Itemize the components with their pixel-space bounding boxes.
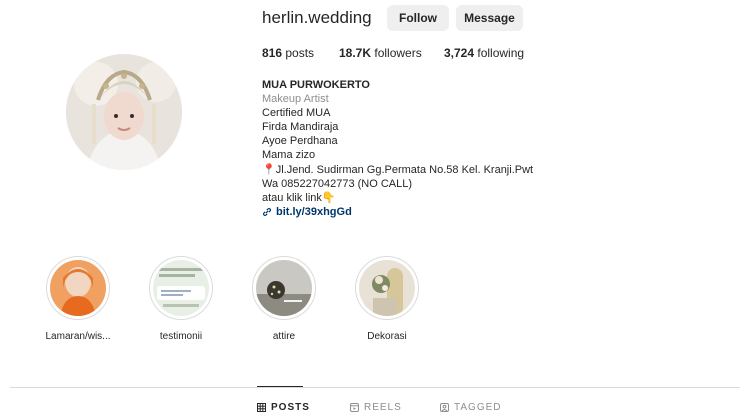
active-tab-indicator	[257, 386, 303, 387]
profile-stats: 816 posts 18.7K followers 3,724 followin…	[262, 46, 524, 60]
highlight-ring	[46, 256, 110, 320]
bio-link-text: bit.ly/39xhgGd	[276, 205, 352, 218]
link-icon	[262, 207, 272, 217]
tab-tagged[interactable]: TAGGED	[440, 402, 501, 413]
posts-label: posts	[285, 46, 315, 60]
tab-posts[interactable]: POSTS	[257, 402, 310, 413]
highlight-ring	[355, 256, 419, 320]
bio-line: Ayoe Perdhana	[262, 135, 338, 148]
highlight-label: Lamaran/wis...	[45, 331, 111, 342]
grid-icon	[257, 403, 271, 412]
tabs-divider	[10, 387, 740, 388]
highlight-ring	[252, 256, 316, 320]
bio-line: Mama zizo	[262, 149, 316, 162]
followers-count: 18.7K	[339, 46, 372, 60]
highlight-item[interactable]: attire	[251, 256, 317, 342]
highlight-label: testimonii	[159, 331, 203, 342]
message-button[interactable]: Message	[456, 5, 523, 31]
bio-link[interactable]: bit.ly/39xhgGd	[262, 205, 533, 219]
highlight-cover	[256, 260, 312, 316]
bio-line: 📍Jl.Jend. Sudirman Gg.Permata No.58 Kel.…	[262, 163, 534, 176]
highlight-cover	[50, 260, 106, 316]
followers-label: followers	[374, 46, 422, 60]
tab-posts-label: POSTS	[271, 402, 310, 413]
bio-name: MUA PURWOKERTO	[262, 79, 370, 91]
following-count: 3,724	[444, 46, 475, 60]
posts-stat: 816 posts	[262, 46, 339, 60]
tab-tagged-label: TAGGED	[454, 402, 502, 413]
followers-stat[interactable]: 18.7K followers	[339, 46, 444, 60]
profile-avatar[interactable]	[66, 54, 182, 170]
profile-bio: MUA PURWOKERTO Makeup Artist Certified M…	[262, 78, 533, 219]
avatar-image	[66, 54, 182, 170]
highlight-label: Dekorasi	[367, 331, 407, 342]
following-stat[interactable]: 3,724 following	[444, 46, 524, 60]
following-label: following	[477, 46, 525, 60]
posts-count: 816	[262, 46, 283, 60]
bio-line: Firda Mandiraja	[262, 121, 339, 134]
bio-category: Makeup Artist	[262, 93, 329, 106]
profile-username: herlin.wedding	[262, 8, 372, 27]
bio-line: Certified MUA	[262, 107, 331, 120]
bio-line: atau klik link👇	[262, 191, 336, 204]
reels-icon	[350, 403, 364, 412]
highlight-cover	[153, 260, 209, 316]
follow-button[interactable]: Follow	[387, 5, 449, 31]
highlight-item[interactable]: Dekorasi	[354, 256, 420, 342]
tab-reels-label: REELS	[364, 402, 402, 413]
highlight-item[interactable]: testimonii	[148, 256, 214, 342]
highlight-cover	[359, 260, 415, 316]
bio-line: Wa 085227042773 (NO CALL)	[262, 177, 413, 190]
highlight-label: attire	[272, 331, 296, 342]
highlight-item[interactable]: Lamaran/wis...	[45, 256, 111, 342]
tagged-icon	[440, 403, 454, 412]
highlight-ring	[149, 256, 213, 320]
tab-reels[interactable]: REELS	[350, 402, 402, 413]
